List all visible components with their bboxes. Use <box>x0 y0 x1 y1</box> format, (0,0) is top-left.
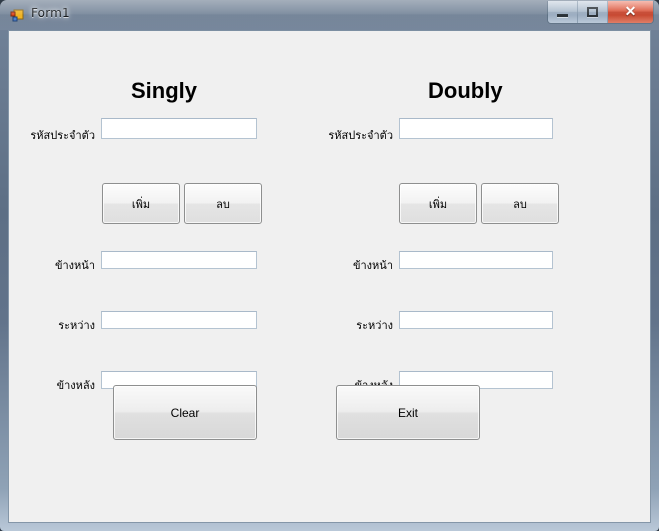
form-icon <box>10 9 24 22</box>
singly-heading: Singly <box>131 78 198 103</box>
singly-front-label: ข้างหน้า <box>54 259 95 272</box>
doubly-heading: Doubly <box>428 78 503 103</box>
singly-behind-label: ข้างหลัง <box>56 379 95 392</box>
doubly-delete-button[interactable]: ลบ <box>481 183 559 224</box>
singly-between-input[interactable] <box>101 311 257 329</box>
doubly-front-label: ข้างหน้า <box>352 259 393 272</box>
window-title: Form1 <box>31 6 70 20</box>
close-icon: ✕ <box>624 3 637 19</box>
window-controls: ✕ <box>547 1 654 24</box>
maximize-icon <box>587 7 598 17</box>
minimize-button[interactable] <box>548 1 578 23</box>
doubly-id-label: รหัสประจำตัว <box>328 129 393 142</box>
maximize-button[interactable] <box>578 1 608 23</box>
doubly-add-button[interactable]: เพิ่ม <box>399 183 477 224</box>
clear-button[interactable]: Clear <box>113 385 257 440</box>
minimize-icon <box>557 14 568 17</box>
singly-between-label: ระหว่าง <box>58 319 95 332</box>
doubly-front-input[interactable] <box>399 251 553 269</box>
doubly-id-input[interactable] <box>399 118 553 139</box>
doubly-between-input[interactable] <box>399 311 553 329</box>
close-button[interactable]: ✕ <box>608 1 653 23</box>
singly-delete-button[interactable]: ลบ <box>184 183 262 224</box>
singly-id-label: รหัสประจำตัว <box>30 129 95 142</box>
doubly-between-label: ระหว่าง <box>356 319 393 332</box>
form-client-area: Singly รหัสประจำตัว เพิ่ม ลบ ข้างหน้า ระ… <box>8 30 651 523</box>
singly-front-input[interactable] <box>101 251 257 269</box>
singly-add-button[interactable]: เพิ่ม <box>102 183 180 224</box>
form-window: Form1 ✕ Singly รหัสประจำตัว เพิ่ม ลบ ข้า… <box>0 0 659 531</box>
exit-button[interactable]: Exit <box>336 385 480 440</box>
title-bar[interactable]: Form1 ✕ <box>0 0 659 30</box>
singly-id-input[interactable] <box>101 118 257 139</box>
